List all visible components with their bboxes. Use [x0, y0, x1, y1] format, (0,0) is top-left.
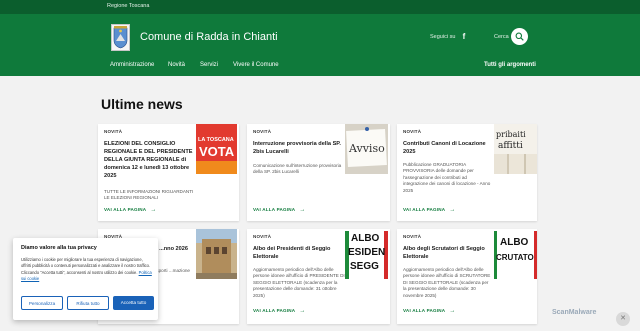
card-category: NOVITÀ [104, 129, 123, 134]
nav-item-servizi[interactable]: Servizi [200, 62, 218, 68]
card-read-more-link[interactable]: VAI ALLA PAGINA → [253, 207, 306, 213]
main-navigation: Amministrazione Novità Servizi Vivere il… [0, 62, 640, 74]
page-title: Ultime news [101, 96, 183, 112]
card-read-more-link[interactable]: VAI ALLA PAGINA → [403, 207, 456, 213]
arrow-right-icon: → [299, 207, 306, 213]
news-card[interactable]: NOVITÀ ELEZIONI DEL CONSIGLIO REGIONALE … [98, 124, 239, 221]
thumb-caption-line-1: ALBO [351, 233, 380, 244]
news-card[interactable]: NOVITÀ Interruzione provvisoria della SP… [247, 124, 390, 221]
search-label: Cerca [494, 34, 509, 40]
nav-all-topics[interactable]: Tutti gli argomenti [484, 62, 536, 68]
card-thumbnail: LA TOSCANA VOTA [196, 124, 237, 174]
search-icon [515, 32, 524, 41]
follow-label: Seguici su [430, 34, 456, 40]
news-card[interactable]: NOVITÀ Albo dei Presidenti di Seggio Ele… [247, 229, 390, 324]
top-bar: Regione Toscana [0, 0, 640, 14]
news-card[interactable]: NOVITÀ Albo degli Scrutatori di Seggio E… [397, 229, 537, 324]
card-title[interactable]: Albo degli Scrutatori di Seggio Elettora… [403, 245, 493, 261]
card-read-more-link[interactable]: VAI ALLA PAGINA → [253, 308, 306, 314]
card-thumbnail: Avviso [345, 124, 388, 174]
thumb-caption-line-2: ESIDEN [348, 247, 386, 258]
customize-cookies-button[interactable]: Personalizza [21, 296, 63, 310]
card-thumbnail: ALBO ESIDEN SEGG [345, 231, 388, 279]
arrow-right-icon: → [449, 308, 456, 314]
card-category: NOVITÀ [253, 234, 272, 239]
municipal-crest-logo[interactable] [111, 24, 130, 51]
card-read-more-link[interactable]: VAI ALLA PAGINA → [104, 207, 157, 213]
search-button[interactable] [511, 28, 528, 45]
site-title[interactable]: Comune di Radda in Chianti [140, 31, 278, 43]
card-title[interactable]: ELEZIONI DEL CONSIGLIO REGIONALE E DEL P… [104, 140, 194, 180]
card-read-more-link[interactable]: VAI ALLA PAGINA → [403, 308, 456, 314]
thumb-caption-line-2: affitti [498, 141, 523, 151]
card-description: TUTTE LE INFORMAZIONI RIGUARDANTI LE ELE… [104, 189, 194, 201]
news-card[interactable]: NOVITÀ Contributi Canoni di Locazione 20… [397, 124, 537, 221]
nav-item-amministrazione[interactable]: Amministrazione [110, 62, 154, 68]
site-header: Comune di Radda in Chianti Seguici su f … [0, 14, 640, 76]
accept-all-cookies-button[interactable]: Accetta tutto [113, 296, 154, 310]
cookie-body-text: Utilizziamo i cookie per migliorare la t… [21, 257, 151, 275]
arrow-right-icon: → [150, 207, 157, 213]
card-description: Aggiornamento periodico dell'Albo delle … [403, 267, 491, 298]
thumb-caption-line-1: ALBO [500, 237, 529, 248]
card-category: NOVITÀ [403, 234, 422, 239]
card-thumbnail: pribaiti affitti [494, 124, 537, 174]
nav-item-novita[interactable]: Novità [168, 62, 185, 68]
card-title[interactable]: Contributi Canoni di Locazione 2025 [403, 140, 493, 156]
thumb-caption-line-1: pribaiti [496, 130, 526, 139]
region-link[interactable]: Regione Toscana [107, 3, 149, 9]
thumb-caption-line-2: CRUTATO [496, 253, 534, 262]
facebook-icon[interactable]: f [460, 32, 468, 41]
cookie-text: Utilizziamo i cookie per migliorare la t… [21, 257, 153, 282]
card-title[interactable]: Interruzione provvisoria della SP. 2bis … [253, 140, 345, 156]
card-description: Aggiornamento periodico dell'Albo delle … [253, 267, 345, 298]
nav-item-vivere-il-comune[interactable]: Vivere il Comune [233, 62, 279, 68]
thumb-caption: Avviso [349, 142, 385, 155]
card-title[interactable]: Albo dei Presidenti di Seggio Elettorale [253, 245, 345, 261]
close-icon[interactable]: ✕ [616, 312, 630, 326]
thumb-caption-line-1: LA TOSCANA [198, 137, 234, 143]
card-category: NOVITÀ [403, 129, 422, 134]
card-category: NOVITÀ [253, 129, 272, 134]
reject-all-cookies-button[interactable]: Rifiuta tutto [67, 296, 109, 310]
card-thumbnail [196, 229, 237, 279]
thumb-caption-line-2: VOTA [199, 144, 235, 159]
card-description: Pubblicazione GRADUATORIA PROVVISORIA de… [403, 162, 491, 193]
card-description: Comunicazione sull'interruzione provviso… [253, 163, 342, 175]
card-thumbnail: ALBO CRUTATO [494, 231, 537, 279]
thumb-caption-line-3: SEGG [350, 261, 379, 272]
arrow-right-icon: → [449, 207, 456, 213]
cookie-title: Diamo valore alla tua privacy [21, 245, 97, 251]
arrow-right-icon: → [299, 308, 306, 314]
cookie-consent-dialog: Diamo valore alla tua privacy Utilizziam… [13, 238, 158, 320]
watermark: ScanMalware [552, 309, 597, 316]
